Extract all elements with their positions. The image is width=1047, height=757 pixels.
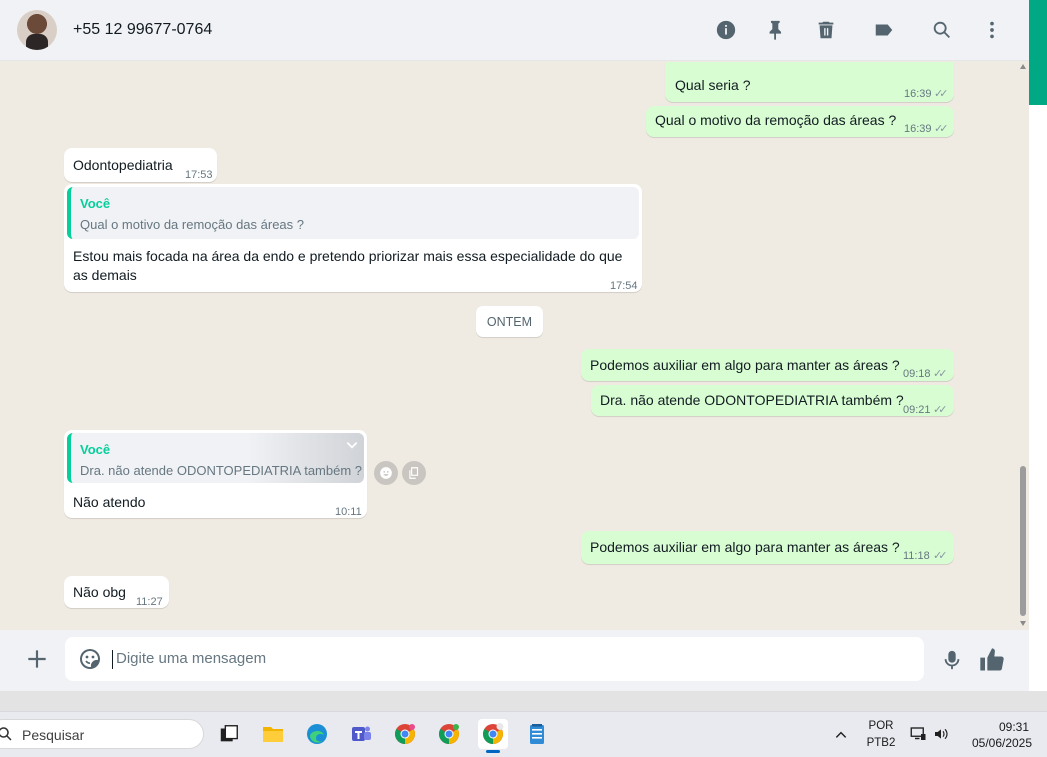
message-time: 11:27 bbox=[136, 596, 163, 608]
message-text: Dra. não atende ODONTOPEDIATRIA também ? bbox=[600, 392, 904, 408]
message-text: Odontopediatria bbox=[73, 157, 173, 173]
pin-icon[interactable] bbox=[763, 17, 789, 43]
label-icon[interactable] bbox=[871, 17, 897, 43]
message-bubble-incoming[interactable]: Você Dra. não atende ODONTOPEDIATRIA tam… bbox=[64, 430, 367, 518]
message-text: Podemos auxiliar em algo para manter as … bbox=[590, 357, 900, 373]
text-caret bbox=[112, 650, 113, 669]
read-ticks-icon: ✓✓ bbox=[933, 403, 948, 416]
sticker-icon[interactable] bbox=[78, 647, 102, 671]
side-strip bbox=[1029, 105, 1047, 691]
read-ticks-icon: ✓✓ bbox=[933, 549, 948, 562]
message-bubble-outgoing[interactable]: Podemos auxiliar em algo para manter as … bbox=[581, 531, 954, 564]
contact-avatar[interactable] bbox=[17, 10, 57, 50]
quote-text: Qual o motivo da remoção das áreas ? bbox=[80, 217, 305, 232]
chrome-profile-icon[interactable] bbox=[434, 719, 464, 749]
emoji-reaction-button[interactable] bbox=[374, 461, 398, 485]
chrome-icon[interactable] bbox=[390, 719, 420, 749]
window-bottom-gap bbox=[0, 691, 1047, 711]
volume-icon[interactable] bbox=[932, 726, 950, 742]
keyboard-layout[interactable]: PTB2 bbox=[862, 737, 900, 749]
message-time: 17:53 bbox=[185, 169, 213, 181]
chevron-down-icon[interactable] bbox=[345, 438, 359, 452]
message-bubble-outgoing[interactable]: Qual o motivo da remoção das áreas ? 16:… bbox=[646, 106, 954, 137]
message-bubble-incoming[interactable]: Odontopediatria 17:53 bbox=[64, 148, 217, 182]
scroll-down-arrow[interactable] bbox=[1020, 621, 1026, 626]
chrome-active-icon[interactable] bbox=[478, 719, 508, 749]
mic-icon[interactable] bbox=[941, 647, 963, 673]
clock-date[interactable]: 05/06/2025 bbox=[962, 736, 1042, 750]
accent-bar bbox=[1029, 0, 1047, 105]
quote-text: Dra. não atende ODONTOPEDIATRIA também ? bbox=[80, 463, 363, 478]
scrollbar-thumb[interactable] bbox=[1020, 466, 1026, 616]
info-icon[interactable] bbox=[713, 17, 739, 43]
message-time: 11:18 bbox=[903, 550, 930, 562]
message-time: 16:39 bbox=[904, 123, 932, 135]
message-text: Qual seria ? bbox=[675, 77, 751, 93]
message-time: 10:11 bbox=[335, 506, 362, 518]
chevron-up-icon[interactable] bbox=[834, 728, 848, 742]
taskbar-search-label[interactable]: Pesquisar bbox=[22, 727, 84, 743]
file-explorer-icon[interactable] bbox=[258, 719, 288, 749]
copy-message-button[interactable] bbox=[402, 461, 426, 485]
message-bubble-outgoing[interactable]: Dra. não atende ODONTOPEDIATRIA também ?… bbox=[591, 385, 954, 416]
read-ticks-icon: ✓✓ bbox=[934, 87, 949, 100]
clock-time[interactable]: 09:31 bbox=[986, 720, 1042, 734]
contact-name[interactable]: +55 12 99677-0764 bbox=[73, 21, 212, 39]
quote-author: Você bbox=[80, 442, 111, 457]
message-time: 09:21 bbox=[903, 404, 931, 416]
network-icon[interactable] bbox=[908, 725, 928, 743]
task-view-icon[interactable] bbox=[214, 719, 244, 749]
message-text: Podemos auxiliar em algo para manter as … bbox=[590, 539, 900, 555]
quoted-message[interactable]: Você Dra. não atende ODONTOPEDIATRIA tam… bbox=[67, 433, 364, 483]
language-indicator[interactable]: POR bbox=[862, 720, 900, 732]
message-time: 17:54 bbox=[610, 280, 638, 292]
message-bubble-incoming[interactable]: Não obg 11:27 bbox=[64, 576, 169, 608]
date-divider: ONTEM bbox=[476, 306, 543, 337]
active-app-indicator bbox=[486, 750, 500, 753]
quote-author: Você bbox=[80, 196, 111, 211]
message-time: 09:18 bbox=[903, 368, 931, 380]
plus-icon[interactable] bbox=[24, 646, 50, 672]
search-icon[interactable] bbox=[929, 17, 955, 43]
message-bubble-incoming[interactable]: Você Qual o motivo da remoção das áreas … bbox=[64, 184, 642, 292]
menu-icon[interactable] bbox=[979, 17, 1005, 43]
teams-icon[interactable] bbox=[346, 719, 376, 749]
message-text: Não atendo bbox=[73, 494, 146, 510]
message-text-line-1: Estou mais focada na área da endo e pret… bbox=[73, 248, 623, 264]
message-text-line-2: as demais bbox=[73, 267, 137, 283]
like-icon[interactable] bbox=[978, 646, 1006, 674]
notepad-icon[interactable] bbox=[522, 719, 552, 749]
message-bubble-outgoing[interactable]: Qual seria ? 16:39 ✓✓ bbox=[665, 62, 954, 102]
scroll-up-arrow[interactable] bbox=[1020, 64, 1026, 69]
message-text: Não obg bbox=[73, 584, 126, 600]
quoted-message[interactable]: Você Qual o motivo da remoção das áreas … bbox=[67, 187, 639, 239]
read-ticks-icon: ✓✓ bbox=[933, 367, 948, 380]
bubble-top-edge bbox=[665, 62, 954, 65]
message-bubble-outgoing[interactable]: Podemos auxiliar em algo para manter as … bbox=[581, 349, 954, 381]
delete-icon[interactable] bbox=[813, 17, 839, 43]
message-time: 16:39 bbox=[904, 88, 932, 100]
edge-icon[interactable] bbox=[302, 719, 332, 749]
message-text: Qual o motivo da remoção das áreas ? bbox=[655, 112, 897, 128]
search-icon bbox=[0, 725, 14, 743]
read-ticks-icon: ✓✓ bbox=[934, 122, 949, 135]
message-input-placeholder[interactable]: Digite uma mensagem bbox=[116, 650, 266, 667]
